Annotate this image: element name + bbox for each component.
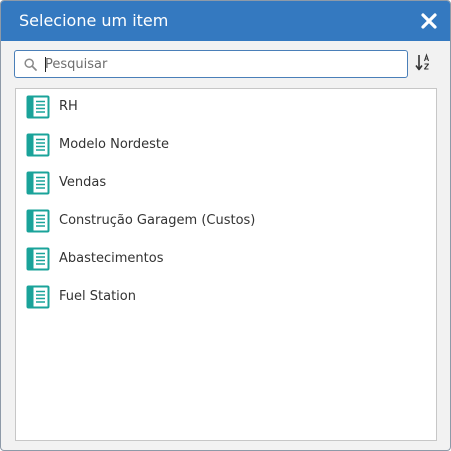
close-button[interactable]	[419, 11, 439, 31]
list-item-label: Fuel Station	[59, 289, 136, 304]
list-item[interactable]: Construção Garagem (Custos)	[16, 203, 436, 239]
sort-alpha-icon	[415, 53, 430, 71]
report-book-icon	[26, 95, 50, 119]
report-book-icon	[26, 133, 50, 157]
dialog-titlebar: Selecione um item	[1, 1, 450, 41]
list-item[interactable]: Vendas	[16, 165, 436, 201]
list-item[interactable]: RH	[16, 89, 436, 125]
list-item[interactable]: Fuel Station	[16, 279, 436, 315]
dialog-title: Selecione um item	[19, 11, 169, 30]
search-input[interactable]	[45, 54, 403, 74]
report-book-icon	[26, 247, 50, 271]
sort-alpha-button[interactable]	[414, 52, 434, 74]
select-item-dialog: Selecione um item RH	[0, 0, 451, 451]
report-book-icon	[26, 171, 50, 195]
search-icon	[24, 58, 37, 71]
item-list: RH Modelo Nordeste Vendas Construção Gar…	[15, 88, 437, 441]
list-item-label: Abastecimentos	[59, 251, 164, 266]
text-cursor	[45, 57, 46, 72]
close-icon	[421, 13, 437, 29]
report-book-icon	[26, 209, 50, 233]
search-box[interactable]	[14, 50, 408, 78]
list-item[interactable]: Abastecimentos	[16, 241, 436, 277]
list-item-label: Vendas	[59, 175, 107, 190]
list-item[interactable]: Modelo Nordeste	[16, 127, 436, 163]
list-item-label: Modelo Nordeste	[59, 137, 170, 152]
list-item-label: Construção Garagem (Custos)	[59, 213, 256, 228]
list-item-label: RH	[59, 99, 78, 114]
report-book-icon	[26, 285, 50, 309]
